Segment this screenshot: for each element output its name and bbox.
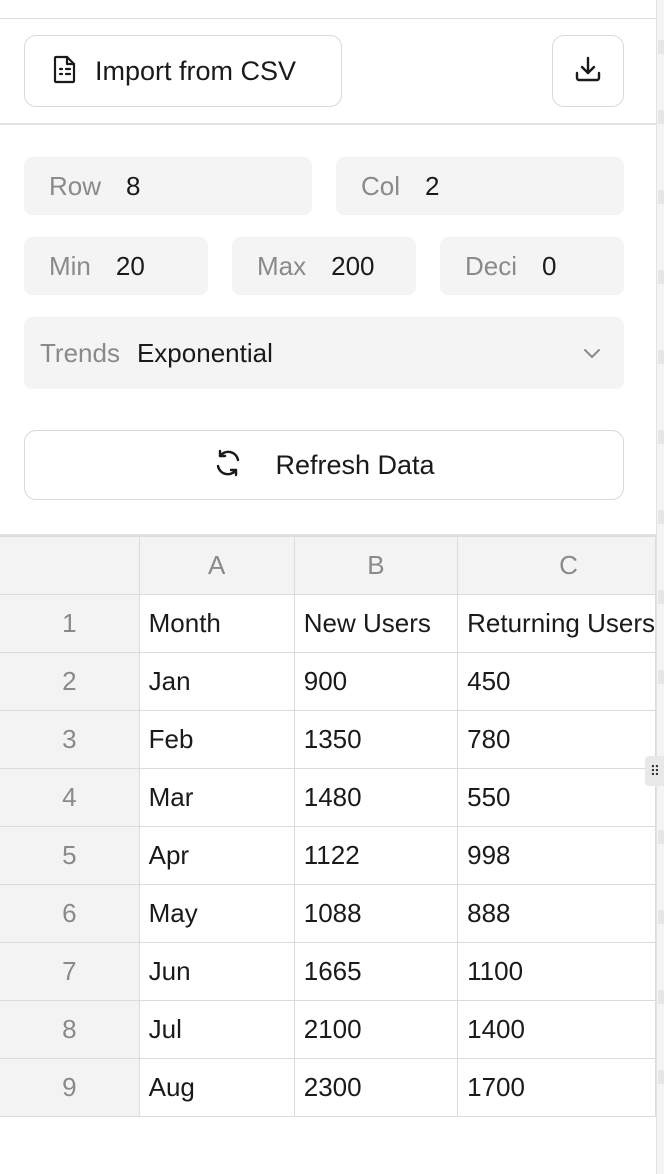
table-cell[interactable]: Jul	[138, 1000, 295, 1059]
row-header[interactable]: 5	[0, 826, 140, 885]
table-cell[interactable]: 450	[457, 652, 656, 711]
corner-cell[interactable]	[0, 536, 140, 595]
col-count-field[interactable]: Col 2	[336, 157, 624, 215]
table-cell[interactable]: 1400	[457, 1000, 656, 1059]
top-divider	[0, 18, 656, 19]
table-cell[interactable]: Feb	[138, 710, 295, 769]
row-header[interactable]: 4	[0, 768, 140, 827]
refresh-data-button[interactable]: Refresh Data	[24, 430, 624, 500]
refresh-icon	[213, 448, 243, 483]
table-cell[interactable]: 900	[293, 652, 459, 711]
col-count-label: Col	[361, 170, 401, 201]
row-header[interactable]: 6	[0, 884, 140, 943]
download-button[interactable]	[552, 35, 624, 107]
table-cell[interactable]: Jun	[138, 942, 295, 1001]
edge-tick	[658, 1070, 664, 1084]
edge-tick	[658, 110, 664, 124]
trends-select[interactable]: Trends Exponential	[24, 317, 624, 389]
refresh-data-label: Refresh Data	[275, 449, 435, 480]
table-cell[interactable]: 2300	[293, 1058, 459, 1117]
table-cell[interactable]: Mar	[138, 768, 295, 827]
table-cell[interactable]: 1100	[457, 942, 656, 1001]
table-cell[interactable]: 1665	[293, 942, 459, 1001]
min-value: 20	[115, 250, 145, 281]
min-label: Min	[49, 250, 91, 281]
table-row: 7 Jun 1665 1100	[0, 942, 656, 1001]
table-row: 3 Feb 1350 780	[0, 710, 656, 769]
table-cell[interactable]: 998	[457, 826, 656, 885]
drag-handle-icon: ⠿	[649, 763, 660, 779]
table-row: 4 Mar 1480 550	[0, 768, 656, 827]
table-row: 2 Jan 900 450	[0, 652, 656, 711]
chevron-down-icon	[580, 341, 604, 372]
edge-tick	[658, 270, 664, 284]
col-count-value: 2	[425, 170, 440, 201]
file-spreadsheet-icon	[53, 54, 77, 89]
table-cell[interactable]: New Users	[293, 594, 459, 653]
table-cell[interactable]: 1088	[293, 884, 459, 943]
edge-tick	[658, 190, 664, 204]
column-header-a[interactable]: A	[138, 536, 295, 595]
table-cell[interactable]: 1350	[293, 710, 459, 769]
max-label: Max	[257, 250, 307, 281]
row-header[interactable]: 1	[0, 594, 140, 653]
table-cell[interactable]: 780	[457, 710, 656, 769]
import-csv-label: Import from CSV	[95, 55, 297, 86]
import-csv-button[interactable]: Import from CSV	[24, 35, 342, 107]
table-cell[interactable]: Month	[138, 594, 295, 653]
edge-tick	[658, 430, 664, 444]
table-row: 9 Aug 2300 1700	[0, 1058, 656, 1117]
table-cell[interactable]: 888	[457, 884, 656, 943]
table-cell[interactable]: Returning Users	[457, 594, 656, 653]
adjacent-panel-edge	[656, 0, 664, 1174]
table-row: 6 May 1088 888	[0, 884, 656, 943]
row-header[interactable]: 2	[0, 652, 140, 711]
column-header-c[interactable]: C	[457, 536, 656, 595]
row-count-field[interactable]: Row 8	[24, 157, 312, 215]
edge-tick	[658, 40, 664, 54]
column-header-row: A B C	[0, 536, 656, 595]
trends-label: Trends	[40, 337, 120, 368]
edge-tick	[658, 510, 664, 524]
spreadsheet-grid: A B C 1 Month New Users Returning Users …	[0, 536, 656, 1117]
table-cell[interactable]: Apr	[138, 826, 295, 885]
section-divider	[0, 123, 656, 125]
max-value-field[interactable]: Max 200	[232, 237, 416, 295]
edge-tick	[658, 350, 664, 364]
edge-tick	[658, 990, 664, 1004]
table-cell[interactable]: 550	[457, 768, 656, 827]
trends-value: Exponential	[136, 337, 273, 368]
table-cell[interactable]: 1122	[293, 826, 459, 885]
row-count-label: Row	[49, 170, 102, 201]
table-cell[interactable]: Aug	[138, 1058, 295, 1117]
table-cell[interactable]: 2100	[293, 1000, 459, 1059]
table-cell[interactable]: 1700	[457, 1058, 656, 1117]
table-row: 1 Month New Users Returning Users	[0, 594, 656, 653]
table-cell[interactable]: May	[138, 884, 295, 943]
edge-tick	[658, 670, 664, 684]
column-header-b[interactable]: B	[293, 536, 459, 595]
table-cell[interactable]: 1480	[293, 768, 459, 827]
decimals-value: 0	[542, 250, 557, 281]
row-header[interactable]: 9	[0, 1058, 140, 1117]
table-cell[interactable]: Jan	[138, 652, 295, 711]
edge-tick	[658, 830, 664, 844]
row-header[interactable]: 8	[0, 1000, 140, 1059]
min-value-field[interactable]: Min 20	[24, 237, 208, 295]
decimals-label: Deci	[465, 250, 518, 281]
row-header[interactable]: 7	[0, 942, 140, 1001]
row-header[interactable]: 3	[0, 710, 140, 769]
edge-tick	[658, 590, 664, 604]
decimals-field[interactable]: Deci 0	[440, 237, 624, 295]
table-row: 8 Jul 2100 1400	[0, 1000, 656, 1059]
download-icon	[573, 54, 603, 89]
max-value: 200	[331, 250, 375, 281]
edge-tick	[658, 910, 664, 924]
data-editor-panel: Import from CSV Row 8 Col 2 Min 20 Max 2…	[0, 0, 656, 1174]
resize-handle[interactable]: ⠿	[645, 756, 664, 786]
row-count-value: 8	[126, 170, 141, 201]
table-row: 5 Apr 1122 998	[0, 826, 656, 885]
